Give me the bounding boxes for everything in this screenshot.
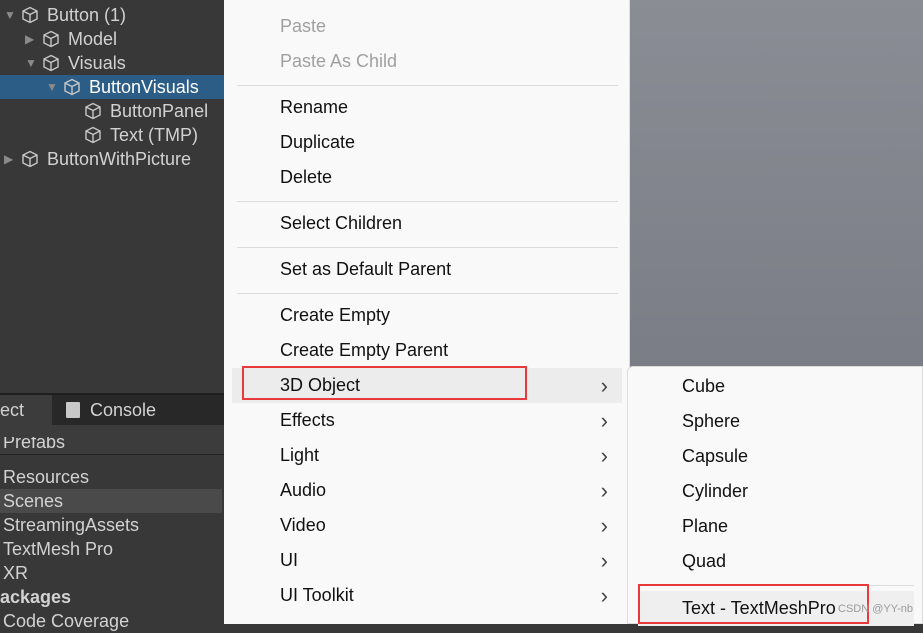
menu-item-paste-as-child[interactable]: Paste As Child — [232, 44, 622, 79]
watermark: CSDN @YY-nb — [838, 603, 913, 615]
tab-console-label: Console — [90, 400, 157, 420]
menu-item-label: Create Empty Parent — [280, 340, 449, 360]
tab-project-label: ect — [0, 400, 25, 420]
menu-item-label: Paste — [280, 16, 327, 36]
bottom-tab-bar: ect Console — [0, 393, 224, 425]
hierarchy-item[interactable]: ▼ Button (1) — [0, 3, 224, 27]
menu-item-delete[interactable]: Delete — [232, 160, 622, 195]
tab-console[interactable]: Console — [64, 395, 156, 425]
menu-item-label: Set as Default Parent — [280, 259, 452, 279]
hierarchy-item-label: Button (1) — [47, 5, 127, 25]
menu-item-duplicate[interactable]: Duplicate — [232, 125, 622, 160]
menu-item-set-as-default-parent[interactable]: Set as Default Parent — [232, 252, 622, 287]
expand-down-icon[interactable]: ▼ — [46, 75, 58, 99]
expand-right-icon[interactable]: ▶ — [4, 147, 13, 171]
hierarchy-item-label: Visuals — [68, 53, 126, 73]
menu-item-label: Delete — [280, 167, 333, 187]
chevron-right-icon: › — [600, 478, 608, 503]
project-folder-item[interactable]: Resources — [0, 465, 222, 489]
menu-item-label: UI Toolkit — [280, 585, 354, 605]
hierarchy-item[interactable]: ▼ ButtonVisuals — [0, 75, 224, 99]
console-icon — [66, 402, 80, 418]
menu-separator — [237, 85, 618, 86]
gameobject-cube-icon — [21, 6, 39, 24]
project-folder-item[interactable]: Code Coverage — [0, 609, 222, 633]
hierarchy-panel: ▼ Button (1) ▶ Model ▼ Visuals ▼ ButtonVisuals B… — [0, 0, 224, 392]
expand-right-icon[interactable]: ▶ — [25, 27, 34, 51]
chevron-right-icon: › — [600, 443, 608, 468]
menu-item-create-empty-parent[interactable]: Create Empty Parent — [232, 333, 622, 368]
chevron-right-icon: › — [600, 548, 608, 573]
menu-item-label: Effects — [280, 410, 335, 430]
hierarchy-item-label: Text (TMP) — [110, 125, 198, 145]
menu-item-label: Rename — [280, 97, 349, 117]
hierarchy-item-label: ButtonWithPicture — [47, 149, 192, 169]
hierarchy-item[interactable]: ▼ Visuals — [0, 51, 224, 75]
chevron-right-icon: › — [600, 513, 608, 538]
menu-item-label: Light — [280, 445, 320, 465]
hierarchy-item[interactable]: ▶ Model — [0, 27, 224, 51]
menu-item-ui[interactable]: UI › — [232, 543, 622, 578]
left-panel: ▼ Button (1) ▶ Model ▼ Visuals ▼ ButtonVisuals B… — [0, 0, 224, 631]
project-folder-item[interactable]: XR — [0, 561, 222, 585]
expand-down-icon[interactable]: ▼ — [4, 3, 16, 27]
menu-item-create-empty[interactable]: Create Empty — [232, 298, 622, 333]
menu-item-rename[interactable]: Rename — [232, 90, 622, 125]
gameobject-cube-icon — [63, 78, 81, 96]
submenu-item-cube[interactable]: Cube — [638, 369, 914, 404]
gameobject-cube-icon — [42, 54, 60, 72]
gameobject-cube-icon — [84, 126, 102, 144]
gameobject-cube-icon — [84, 102, 102, 120]
menu-separator — [237, 247, 618, 248]
hierarchy-item[interactable]: Text (TMP) — [0, 123, 224, 147]
menu-item-label: Create Empty — [280, 305, 391, 325]
hierarchy-item-label: ButtonPanel — [110, 101, 209, 121]
menu-separator — [237, 201, 618, 202]
hierarchy-item[interactable]: ▶ ButtonWithPicture — [0, 147, 224, 171]
project-folder-item[interactable]: StreamingAssets — [0, 513, 222, 537]
submenu-item-sphere[interactable]: Sphere — [638, 404, 914, 439]
menu-item-label: Video — [280, 515, 326, 535]
menu-item-label: Paste As Child — [280, 51, 398, 71]
menu-item-label: Select Children — [280, 213, 403, 233]
menu-item-paste[interactable]: Paste — [232, 9, 622, 44]
submenu-item-quad[interactable]: Quad — [638, 544, 914, 579]
menu-item-select-children[interactable]: Select Children — [232, 206, 622, 241]
hierarchy-item-label: Model — [68, 29, 118, 49]
menu-item-effects[interactable]: Effects › — [232, 403, 622, 438]
menu-item-ui-toolkit[interactable]: UI Toolkit › — [232, 578, 622, 613]
menu-item-audio[interactable]: Audio › — [232, 473, 622, 508]
menu-item-label: UI — [280, 550, 298, 570]
menu-item-light[interactable]: Light › — [232, 438, 622, 473]
chevron-right-icon: › — [600, 583, 608, 608]
submenu-item-capsule[interactable]: Capsule — [638, 439, 914, 474]
hierarchy-item-label: ButtonVisuals — [89, 77, 199, 97]
expand-down-icon[interactable]: ▼ — [25, 51, 37, 75]
submenu-item-cylinder[interactable]: Cylinder — [638, 474, 914, 509]
submenu-item-plane[interactable]: Plane — [638, 509, 914, 544]
tab-project[interactable]: ect — [0, 395, 52, 425]
highlight-box-3d-object — [242, 366, 527, 400]
project-folder-item[interactable]: TextMesh Pro — [0, 537, 222, 561]
chevron-right-icon: › — [600, 408, 608, 433]
menu-item-label: Duplicate — [280, 132, 356, 152]
gameobject-cube-icon — [21, 150, 39, 168]
project-folder-item[interactable]: Prefabs — [0, 437, 222, 455]
project-folder-item[interactable]: Scenes — [0, 489, 222, 513]
hierarchy-item[interactable]: ButtonPanel — [0, 99, 224, 123]
highlight-box-textmeshpro — [638, 584, 869, 624]
menu-item-video[interactable]: Video › — [232, 508, 622, 543]
chevron-right-icon: › — [600, 373, 608, 398]
gameobject-cube-icon — [42, 30, 60, 48]
menu-item-label: Audio — [280, 480, 327, 500]
menu-separator — [237, 293, 618, 294]
project-folder-item[interactable]: ackages — [0, 585, 222, 609]
context-menu: Paste Paste As Child Rename Duplicate Delete… — [224, 0, 630, 624]
scene-view[interactable] — [630, 0, 923, 370]
